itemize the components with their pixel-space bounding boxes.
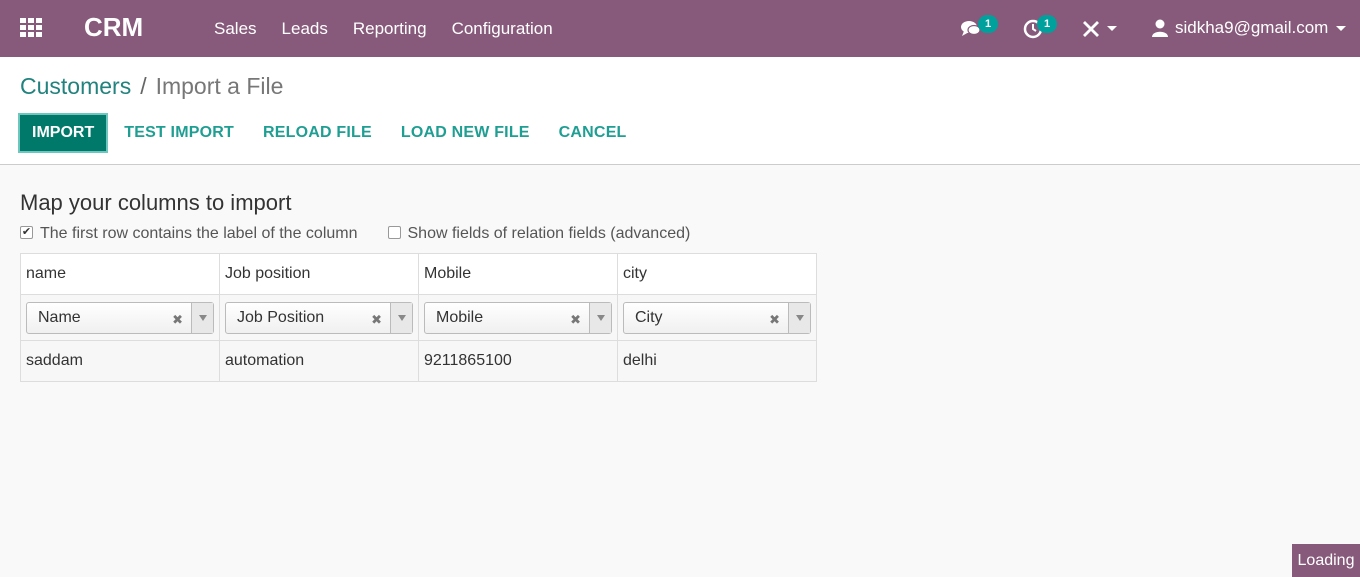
dropdown-arrow-icon[interactable] — [788, 302, 810, 333]
table-cell: delhi — [617, 340, 817, 382]
activities-badge: 1 — [1037, 15, 1057, 33]
first-row-label: The first row contains the label of the … — [40, 225, 358, 242]
field-select-city[interactable]: City ✖ — [623, 301, 811, 334]
table-cell: 9211865100 — [418, 340, 618, 382]
apps-grid-icon[interactable] — [20, 18, 42, 37]
messages-badge: 1 — [978, 15, 998, 33]
cancel-button[interactable]: CANCEL — [559, 113, 627, 153]
show-relation-label: Show fields of relation fields (advanced… — [407, 225, 691, 242]
breadcrumb-current: Import a File — [155, 73, 284, 99]
loading-indicator: Loading — [1292, 544, 1360, 577]
dropdown-arrow-icon[interactable] — [390, 302, 412, 333]
column-header: city — [617, 253, 817, 295]
mapping-cell: Name ✖ — [20, 294, 220, 341]
user-email: sidkha9@gmail.com — [1175, 18, 1329, 37]
breadcrumb-customers[interactable]: Customers — [20, 73, 131, 100]
load-new-file-button[interactable]: LOAD NEW FILE — [401, 113, 530, 153]
debug-tools-menu[interactable] — [1082, 0, 1117, 57]
show-relation-option[interactable]: Show fields of relation fields (advanced… — [387, 225, 691, 243]
show-relation-checkbox[interactable] — [387, 225, 401, 239]
user-menu[interactable]: sidkha9@gmail.com — [1152, 18, 1347, 38]
field-select-name[interactable]: Name ✖ — [26, 301, 214, 334]
tools-icon — [1083, 20, 1099, 37]
field-select-value: City — [635, 308, 663, 326]
mapping-cell: Mobile ✖ — [418, 294, 618, 341]
menu-item-sales[interactable]: Sales — [214, 19, 257, 39]
menu-item-configuration[interactable]: Configuration — [452, 19, 553, 39]
column-header: Job position — [219, 253, 419, 295]
field-mapping-row: Name ✖ Job Position ✖ Mobile ✖ City ✖ — [20, 294, 817, 341]
mapping-cell: Job Position ✖ — [219, 294, 419, 341]
main-menu: Sales Leads Reporting Configuration — [214, 19, 578, 39]
top-navbar: CRM Sales Leads Reporting Configuration … — [0, 0, 1360, 57]
table-cell: saddam — [20, 340, 220, 382]
reload-file-button[interactable]: RELOAD FILE — [263, 113, 372, 153]
field-select-value: Mobile — [436, 308, 484, 326]
breadcrumb-separator: / — [140, 73, 147, 99]
action-buttons: IMPORT TEST IMPORT RELOAD FILE LOAD NEW … — [18, 113, 627, 153]
control-panel: Customers / Import a File IMPORT TEST IM… — [0, 57, 1360, 165]
app-brand[interactable]: CRM — [84, 12, 143, 43]
import-content: Map your columns to import ✔ The first r… — [20, 190, 817, 382]
menu-item-leads[interactable]: Leads — [282, 19, 328, 39]
user-caret-icon — [1336, 25, 1347, 31]
import-button[interactable]: IMPORT — [18, 113, 109, 153]
dropdown-arrow-icon[interactable] — [191, 302, 213, 333]
column-header: name — [20, 253, 220, 295]
column-header-row: name Job position Mobile city — [20, 253, 817, 295]
import-preview-table: name Job position Mobile city Name ✖ Job… — [20, 253, 817, 382]
field-select-mobile[interactable]: Mobile ✖ — [424, 301, 612, 334]
import-options: ✔ The first row contains the label of th… — [20, 225, 817, 243]
column-header: Mobile — [418, 253, 618, 295]
user-icon — [1152, 19, 1168, 37]
page-heading: Map your columns to import — [20, 190, 292, 215]
activities-menu[interactable]: 1 — [1023, 0, 1057, 57]
field-select-job-position[interactable]: Job Position ✖ — [225, 301, 413, 334]
first-row-option[interactable]: ✔ The first row contains the label of th… — [20, 225, 358, 243]
clear-icon[interactable]: ✖ — [371, 312, 382, 328]
breadcrumb: Customers / Import a File — [20, 73, 283, 100]
field-select-value: Job Position — [237, 308, 325, 326]
mapping-cell: City ✖ — [617, 294, 817, 341]
test-import-button[interactable]: TEST IMPORT — [124, 113, 234, 153]
field-select-value: Name — [38, 308, 81, 326]
clear-icon[interactable]: ✖ — [769, 312, 780, 328]
first-row-checkbox[interactable]: ✔ — [20, 225, 33, 239]
clear-icon[interactable]: ✖ — [570, 312, 581, 328]
chevron-down-icon — [1107, 26, 1117, 31]
dropdown-arrow-icon[interactable] — [589, 302, 611, 333]
table-cell: automation — [219, 340, 419, 382]
menu-item-reporting[interactable]: Reporting — [353, 19, 427, 39]
table-row: saddam automation 9211865100 delhi — [20, 340, 817, 382]
clear-icon[interactable]: ✖ — [172, 312, 183, 328]
messages-menu[interactable]: 1 — [960, 0, 998, 57]
